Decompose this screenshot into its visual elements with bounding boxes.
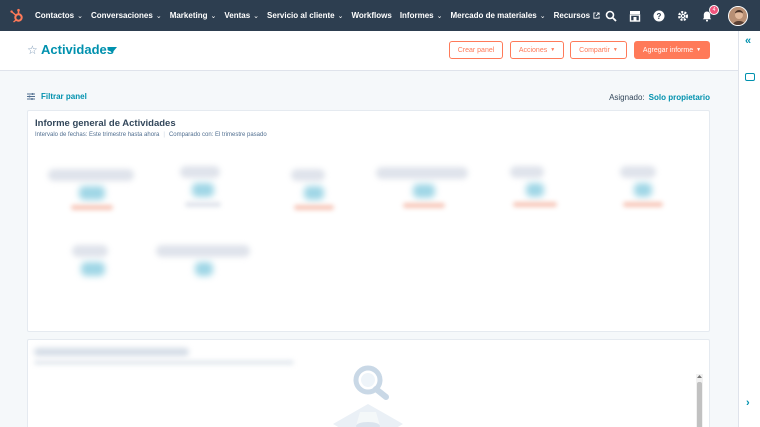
notification-count-badge: 4 bbox=[709, 4, 719, 15]
button-label: Crear panel bbox=[457, 46, 495, 54]
nav-item-ventas[interactable]: Ventas ⌄ bbox=[224, 11, 259, 20]
secondary-report-card bbox=[27, 339, 710, 427]
caret-down-icon: ▼ bbox=[696, 47, 702, 53]
add-report-button[interactable]: Agregar informe ▼ bbox=[634, 41, 710, 59]
report-title[interactable]: Informe general de Actividades bbox=[35, 118, 176, 129]
chevron-down-icon: ⌄ bbox=[436, 12, 443, 20]
nav-label: Informes bbox=[399, 11, 434, 20]
notifications-bell-icon[interactable]: 4 bbox=[700, 4, 719, 23]
nav-label: Workflows bbox=[351, 11, 392, 20]
kpi-tile bbox=[72, 245, 114, 286]
nav-label: Mercado de materiales bbox=[450, 11, 537, 20]
dashboard-switcher-caret-icon[interactable] bbox=[107, 47, 117, 53]
assigned-label: Asignado: bbox=[609, 93, 645, 102]
magnifier-illustration-icon bbox=[333, 365, 403, 427]
assigned-filter[interactable]: Asignado: Solo propietario bbox=[609, 93, 710, 102]
chevron-down-icon: ⌄ bbox=[210, 12, 217, 20]
nav-utilities: ? 4 bbox=[594, 0, 748, 31]
chevron-down-icon: ⌄ bbox=[539, 12, 546, 20]
filter-label: Filtrar panel bbox=[41, 92, 87, 101]
nav-label: Contactos bbox=[35, 11, 75, 20]
button-label: Agregar informe bbox=[642, 46, 694, 54]
nav-label: Marketing bbox=[169, 11, 208, 20]
separator: | bbox=[163, 132, 165, 138]
chat-icon[interactable] bbox=[745, 73, 755, 81]
help-icon[interactable]: ? bbox=[652, 9, 666, 23]
nav-item-informes[interactable]: Informes ⌄ bbox=[400, 11, 443, 20]
filter-dashboard-button[interactable]: Filtrar panel bbox=[27, 92, 87, 101]
loading-subtitle-placeholder bbox=[34, 360, 294, 365]
chevron-down-icon: ⌄ bbox=[337, 12, 344, 20]
hubspot-logo-icon[interactable] bbox=[7, 6, 27, 26]
activities-overview-report: Informe general de Actividades Intervalo… bbox=[27, 110, 710, 332]
nav-item-contactos[interactable]: Contactos ⌄ bbox=[35, 11, 83, 20]
chevron-down-icon: ⌄ bbox=[253, 12, 260, 20]
caret-down-icon: ▼ bbox=[550, 47, 556, 53]
nav-item-conversaciones[interactable]: Conversaciones ⌄ bbox=[91, 11, 162, 20]
favorite-star-icon[interactable]: ☆ bbox=[27, 43, 38, 57]
chevron-down-icon: ⌄ bbox=[155, 12, 162, 20]
kpi-tile bbox=[180, 166, 226, 207]
kpi-tile bbox=[510, 166, 560, 207]
right-side-panel: « › bbox=[738, 31, 760, 427]
kpi-tile bbox=[156, 245, 252, 286]
gear-icon[interactable] bbox=[676, 9, 690, 23]
chevron-down-icon: ⌄ bbox=[77, 12, 83, 20]
button-label: Acciones bbox=[518, 46, 548, 54]
dashboard-header: ☆ Actividades Crear panel Acciones ▼ Comp… bbox=[0, 31, 738, 71]
chevron-right-icon[interactable]: › bbox=[746, 397, 750, 409]
nav-item-workflows[interactable]: Workflows bbox=[352, 11, 392, 20]
kpi-tile bbox=[376, 167, 472, 208]
top-navigation-bar: Contactos ⌄ Conversaciones ⌄ Marketing ⌄ Ve… bbox=[0, 0, 760, 31]
svg-text:?: ? bbox=[657, 12, 662, 21]
kpi-tile bbox=[291, 169, 337, 210]
report-date-info: Intervalo de fechas: Este trimestre hast… bbox=[35, 132, 267, 138]
loading-title-placeholder bbox=[34, 348, 189, 356]
filter-sliders-icon bbox=[27, 93, 35, 100]
nav-label: Conversaciones bbox=[91, 11, 153, 20]
actions-button[interactable]: Acciones ▼ bbox=[510, 41, 564, 59]
marketplace-icon[interactable] bbox=[628, 9, 642, 23]
nav-item-marketing[interactable]: Marketing ⌄ bbox=[170, 11, 217, 20]
collapse-panel-icon[interactable]: « bbox=[745, 35, 751, 47]
kpi-tile bbox=[620, 166, 666, 207]
kpi-tile bbox=[48, 169, 136, 210]
comparison-text: Comparado con: El trimestre pasado bbox=[168, 132, 267, 138]
nav-label: Recursos bbox=[553, 11, 591, 20]
dashboard-title[interactable]: Actividades bbox=[41, 42, 114, 57]
share-button[interactable]: Compartir ▼ bbox=[570, 41, 627, 59]
nav-item-servicio-al-cliente[interactable]: Servicio al cliente ⌄ bbox=[267, 11, 343, 20]
assigned-value: Solo propietario bbox=[648, 93, 710, 102]
button-label: Compartir bbox=[579, 46, 610, 54]
create-dashboard-button[interactable]: Crear panel bbox=[449, 41, 503, 59]
nav-item-mercado-de-materiales[interactable]: Mercado de materiales ⌄ bbox=[450, 11, 545, 20]
date-range-text: Intervalo de fechas: Este trimestre hast… bbox=[35, 132, 160, 138]
search-icon[interactable] bbox=[604, 9, 618, 23]
caret-down-icon: ▼ bbox=[612, 47, 618, 53]
main-menu: Contactos ⌄ Conversaciones ⌄ Marketing ⌄ Ve… bbox=[35, 0, 608, 31]
avatar[interactable] bbox=[728, 5, 748, 26]
nav-label: Servicio al cliente bbox=[267, 11, 335, 20]
report-scrollbar[interactable] bbox=[696, 374, 703, 427]
nav-label: Ventas bbox=[224, 11, 251, 20]
